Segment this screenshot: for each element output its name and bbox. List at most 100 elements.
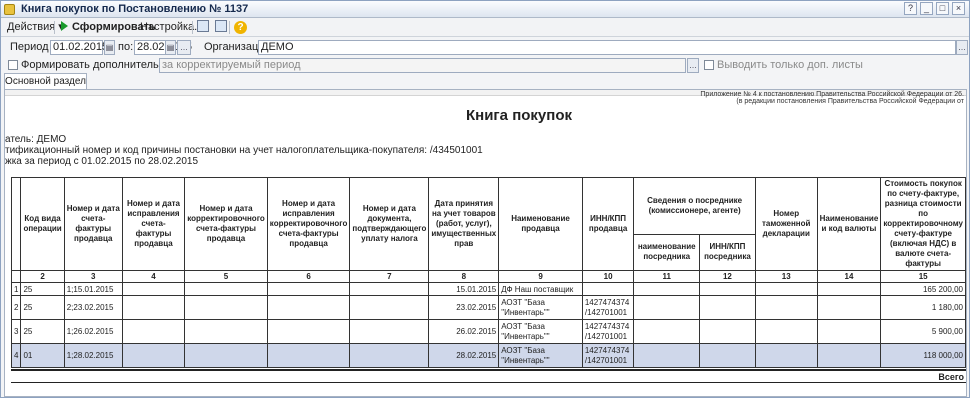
- row-number: 4: [10, 343, 22, 368]
- extra-sheets-checkbox[interactable]: [8, 60, 18, 70]
- operation-code: 25: [20, 319, 65, 344]
- help-icon: ?: [234, 21, 247, 34]
- help-button[interactable]: ?: [232, 20, 249, 35]
- header-cell: [10, 177, 22, 271]
- seller-name: АОЗТ "База "Инвентарь"": [498, 343, 583, 368]
- header-cell: Номер и дата исправления счета-фактуры п…: [121, 177, 186, 271]
- calendar-from-icon[interactable]: ▤: [104, 40, 115, 55]
- actions-label: Действия: [7, 21, 56, 33]
- purchase-book-table: Код вида операции Номер и дата счета-фак…: [10, 177, 966, 368]
- toolbar-separator: [192, 21, 193, 34]
- to-label: по:: [118, 41, 134, 53]
- invoice-cell: 1;26.02.2015: [63, 319, 123, 344]
- col-number: 3: [63, 270, 123, 283]
- header-cell: Номер и дата документа, подтверждающего …: [349, 177, 430, 271]
- amount-cell: 118 000,00: [880, 343, 966, 368]
- header-cell: ИНН/КПП посредника: [699, 233, 756, 272]
- restore-settings-button[interactable]: [213, 20, 229, 35]
- amount-cell: 5 900,00: [880, 319, 966, 344]
- accept-date: 28.02.2015: [428, 343, 500, 368]
- seller-inn: 1427474374 /142701001: [581, 295, 635, 320]
- extra-sheets-row: Формировать дополнительные листы за корр…: [1, 57, 970, 74]
- inn-line: тификационный номер и код причины постан…: [5, 145, 483, 156]
- report-sheet: Приложение № 4 к постановлению Правитель…: [4, 89, 967, 397]
- col-number: 11: [633, 270, 701, 283]
- seller-inn: [581, 282, 635, 296]
- toolbar-separator: [229, 21, 230, 34]
- col-number: 12: [699, 270, 756, 283]
- actions-menu[interactable]: Действия ▾: [5, 20, 66, 35]
- operation-code: 25: [20, 282, 65, 296]
- settings-save-icon: [197, 20, 209, 32]
- header-cell: Сведения о посреднике (комиссионере, аге…: [633, 177, 756, 235]
- header-cell: ИНН/КПП продавца: [581, 177, 635, 271]
- corr-period-field[interactable]: за корректируемый период: [159, 58, 686, 73]
- corr-period-select-button[interactable]: …: [687, 58, 699, 73]
- row-number: 1: [10, 282, 22, 296]
- tab-main-section[interactable]: Основной раздел: [4, 73, 87, 90]
- close-icon[interactable]: ×: [952, 2, 965, 15]
- maximize-icon[interactable]: □: [936, 2, 949, 15]
- col-number: 15: [880, 270, 966, 283]
- invoice-cell: 1;28.02.2015: [63, 343, 123, 368]
- table-row-selected[interactable]: 4 01 1;28.02.2015 28.02.2015 АОЗТ "База …: [10, 343, 966, 368]
- accept-date: 26.02.2015: [428, 319, 500, 344]
- operation-code: 25: [20, 295, 65, 320]
- header-cell: Наименование и код валюты: [816, 177, 882, 271]
- header-cell: Наименование продавца: [498, 177, 583, 271]
- table-row[interactable]: 3 25 1;26.02.2015 26.02.2015 АОЗТ "База …: [10, 319, 966, 344]
- header-cell: Номер и дата счета-фактуры продавца: [63, 177, 123, 271]
- col-number: 13: [754, 270, 818, 283]
- only-extra-label: Выводить только доп. листы: [717, 59, 863, 71]
- total-underline: [11, 382, 966, 383]
- only-extra-checkbox[interactable]: [704, 60, 714, 70]
- date-from-field[interactable]: 01.02.2015: [50, 40, 108, 55]
- edition-note: (в редакции постановления Правительства …: [736, 98, 964, 105]
- header-cell: Номер таможенной декларации: [754, 177, 818, 271]
- col-number: 5: [184, 270, 268, 283]
- col-number: 9: [498, 270, 583, 283]
- seller-name: АОЗТ "База "Инвентарь"": [498, 295, 583, 320]
- calendar-to-icon[interactable]: ▤: [165, 40, 176, 55]
- header-cell: Номер и дата корректировочного счета-фак…: [184, 177, 268, 271]
- header-cell: Код вида операции: [20, 177, 65, 271]
- invoice-cell: 1;15.01.2015: [63, 282, 123, 296]
- report-title: Книга покупок: [466, 107, 572, 124]
- play-icon: [61, 21, 68, 31]
- total-row: Всего: [11, 369, 966, 382]
- column-numbers-row: 2 3 4 5 6 7 8 9 10 11 12 13 14 15: [10, 270, 966, 283]
- header-cell: наименование посредника: [633, 233, 701, 272]
- period-row: Период с: 01.02.2015 ▤ по: 28.02.2015 ▤ …: [1, 39, 970, 56]
- buyer-line: атель: ДЕМО: [5, 134, 67, 145]
- help-window-icon[interactable]: ?: [904, 2, 917, 15]
- table-row[interactable]: 1 25 1;15.01.2015 15.01.2015 ДФ Наш пост…: [10, 282, 966, 296]
- amount-cell: 1 180,00: [880, 295, 966, 320]
- period-select-button[interactable]: …: [177, 40, 191, 55]
- toolbar-separator: [54, 21, 55, 34]
- accept-date: 23.02.2015: [428, 295, 500, 320]
- minimize-icon[interactable]: _: [920, 2, 933, 15]
- col-number: 10: [581, 270, 635, 283]
- window-title: Книга покупок по Постановлению № 1137: [21, 3, 249, 15]
- row-number: 2: [10, 295, 22, 320]
- toolbar: Действия ▾ Сформировать Настройка... ?: [1, 18, 969, 37]
- seller-name: ДФ Наш поставщик: [498, 282, 583, 296]
- col-number: 2: [20, 270, 65, 283]
- amount-cell: 165 200,00: [880, 282, 966, 296]
- seller-name: АОЗТ "База "Инвентарь"": [498, 319, 583, 344]
- header-cell: Номер и дата исправления корректировочно…: [266, 177, 351, 271]
- table-row[interactable]: 2 25 2;23.02.2015 23.02.2015 АОЗТ "База …: [10, 295, 966, 320]
- row-number: 3: [10, 319, 22, 344]
- col-number: 6: [266, 270, 351, 283]
- save-settings-button[interactable]: [195, 20, 211, 35]
- period-line: жка за период с 01.02.2015 по 28.02.2015: [5, 156, 199, 167]
- col-number: 4: [121, 270, 186, 283]
- col-number: 14: [816, 270, 882, 283]
- organization-field[interactable]: ДЕМО: [258, 40, 956, 55]
- accept-date: 15.01.2015: [428, 282, 500, 296]
- header-cell: Дата принятия на учет товаров (работ, ус…: [428, 177, 500, 271]
- organization-select-button[interactable]: …: [956, 40, 968, 55]
- invoice-cell: 2;23.02.2015: [63, 295, 123, 320]
- header-row: Код вида операции Номер и дата счета-фак…: [10, 177, 966, 271]
- header-cell: Стоимость покупок по счету-фактуре, разн…: [880, 177, 966, 271]
